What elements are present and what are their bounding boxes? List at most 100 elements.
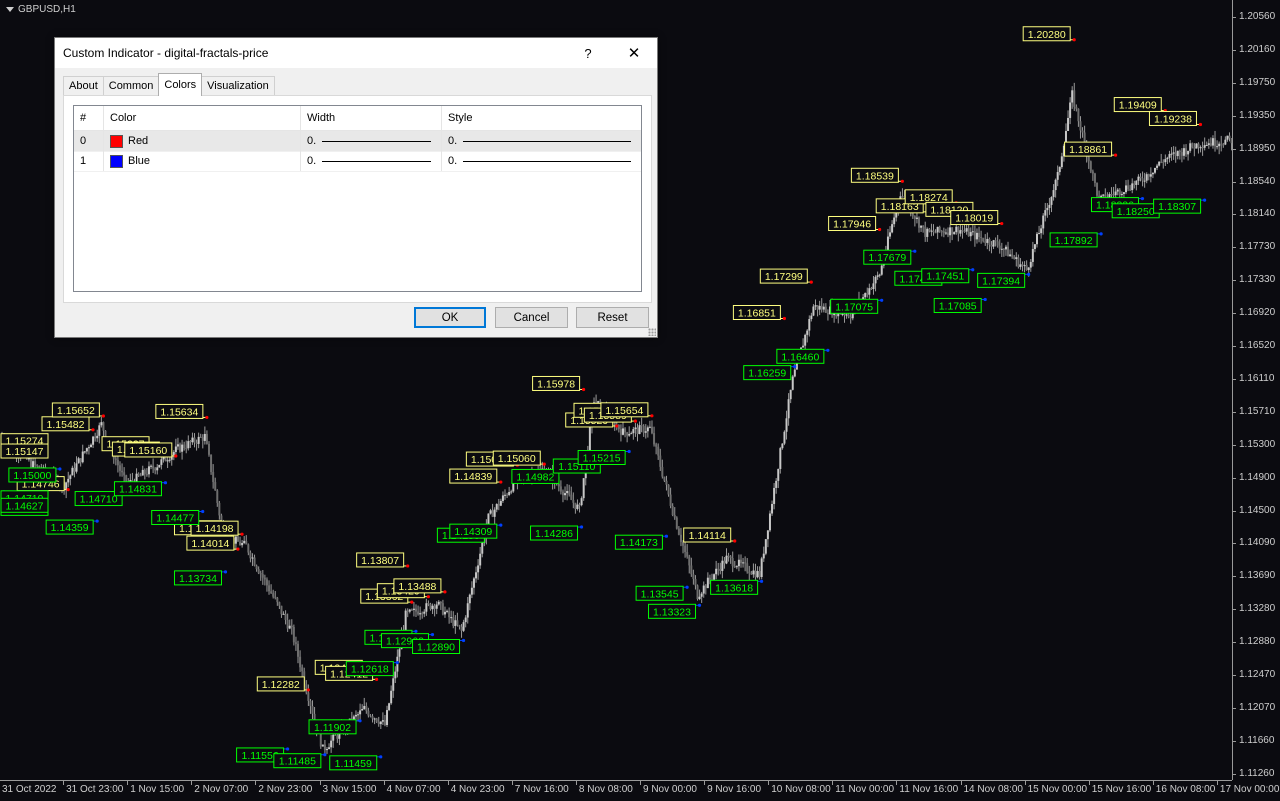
candle-body xyxy=(199,436,202,438)
candle-body xyxy=(1214,138,1217,147)
fractal-dot xyxy=(223,570,228,574)
candle-body xyxy=(580,498,583,506)
candle-body xyxy=(100,422,103,426)
candle-body xyxy=(241,543,244,546)
color-picker-0[interactable]: Red xyxy=(104,131,301,151)
fractal-label-text: 1.16851 xyxy=(738,308,776,320)
candle-body xyxy=(363,705,366,709)
fractal-dot xyxy=(880,298,884,302)
candle-body xyxy=(748,571,751,574)
candle-body xyxy=(930,230,933,232)
candle-body xyxy=(466,603,469,618)
fractal-low-label: 1.14309 xyxy=(449,523,503,539)
candle-body xyxy=(1174,152,1177,157)
reset-button[interactable]: Reset xyxy=(576,307,649,328)
fractal-dot xyxy=(615,424,619,428)
candle-body xyxy=(185,448,188,450)
candle-body xyxy=(646,427,649,432)
candle-body xyxy=(1040,228,1043,234)
candle-body xyxy=(1125,185,1128,193)
time-tick: 10 Nov 08:00 xyxy=(768,781,831,795)
ok-button[interactable]: OK xyxy=(414,307,486,328)
fractal-dot xyxy=(201,509,205,514)
price-tick: 1.12880 xyxy=(1231,636,1276,648)
fractal-label-text: 1.14198 xyxy=(196,523,234,535)
fractal-high-label: 1.13488 xyxy=(393,578,447,594)
candle-body xyxy=(325,749,328,751)
fractal-label-text: 1.11485 xyxy=(279,756,316,768)
candle-body xyxy=(508,491,511,496)
candle-body xyxy=(886,236,889,251)
fractal-dot xyxy=(66,488,70,492)
time-scale[interactable]: 31 Oct 2022 31 Oct 23:00 1 Nov 15:00 2 Nov … xyxy=(0,780,1279,801)
color-swatch[interactable] xyxy=(110,154,123,168)
candle-body xyxy=(622,428,624,435)
candle-body xyxy=(150,465,153,467)
candle-body xyxy=(357,714,360,716)
column-header-style[interactable]: Style xyxy=(442,106,641,130)
candle-body xyxy=(802,345,805,348)
candle-body xyxy=(965,228,968,232)
help-button[interactable]: ? xyxy=(565,38,611,68)
chevron-down-icon[interactable] xyxy=(6,7,14,12)
candle-body xyxy=(1017,257,1020,267)
color-picker-1[interactable]: Blue xyxy=(104,151,301,171)
fractal-dot xyxy=(1072,38,1076,42)
fractal-dot xyxy=(1099,232,1103,236)
tab-about[interactable]: About xyxy=(63,76,104,96)
candle-body xyxy=(632,429,635,434)
candle-body xyxy=(938,226,941,232)
style-select-1[interactable]: 0. xyxy=(442,151,641,171)
price-tick: 1.14900 xyxy=(1231,471,1276,483)
color-row-1[interactable]: 1 Blue 0. 0. xyxy=(74,151,641,172)
symbol-label[interactable]: GBPUSD,H1 xyxy=(6,4,76,15)
candle-body xyxy=(568,491,571,495)
candle-body xyxy=(777,468,780,481)
color-swatch[interactable] xyxy=(110,134,123,148)
column-header-index[interactable]: # xyxy=(74,106,104,130)
candle-body xyxy=(247,544,250,553)
candle-body xyxy=(83,451,86,453)
style-select-0[interactable]: 0. xyxy=(442,131,641,151)
candle-body xyxy=(866,293,869,295)
candle-body xyxy=(458,625,461,627)
price-scale[interactable]: 1.20560 1.20160 1.19750 1.19350 1.18950 1.185… xyxy=(1231,0,1280,780)
candle-body xyxy=(628,433,631,436)
time-tick: 7 Nov 16:00 xyxy=(511,781,569,795)
candle-body xyxy=(443,611,446,615)
candle-body xyxy=(659,455,662,467)
close-icon[interactable]: ✕ xyxy=(611,38,657,68)
candle-body xyxy=(1168,154,1171,158)
candle-body xyxy=(973,231,976,240)
width-select-1[interactable]: 0. xyxy=(301,151,442,171)
tab-common[interactable]: Common xyxy=(102,76,160,96)
candle-body xyxy=(648,426,651,428)
column-header-color[interactable]: Color xyxy=(104,106,301,130)
candle-body xyxy=(1081,130,1084,133)
tab-colors[interactable]: Colors xyxy=(158,73,203,96)
candle-body xyxy=(727,555,730,557)
candle-body xyxy=(147,466,150,475)
tab-visualization[interactable]: Visualization xyxy=(201,76,275,96)
candle-body xyxy=(187,441,190,449)
candle-body xyxy=(92,436,95,445)
resize-grip-icon[interactable] xyxy=(648,328,656,336)
fractal-dot xyxy=(410,600,414,604)
candle-body xyxy=(154,468,157,471)
dialog-title-bar[interactable]: Custom Indicator - digital-fractals-pric… xyxy=(55,38,657,68)
width-select-0[interactable]: 0. xyxy=(301,131,442,151)
candle-body xyxy=(1044,210,1047,216)
cancel-button[interactable]: Cancel xyxy=(495,307,568,328)
candle-body xyxy=(915,217,918,219)
fractal-high-label: 1.17299 xyxy=(759,268,813,284)
candle-body xyxy=(922,225,925,227)
candle-body xyxy=(1162,161,1165,163)
candle-body xyxy=(642,426,645,433)
color-row-0[interactable]: 0 Red 0. 0. xyxy=(74,131,641,152)
column-header-width[interactable]: Width xyxy=(301,106,442,130)
candle-body xyxy=(166,460,169,462)
fractal-dot xyxy=(499,523,503,527)
candle-body xyxy=(158,464,161,468)
candle-body xyxy=(1114,191,1117,196)
candle-body xyxy=(1079,121,1082,131)
